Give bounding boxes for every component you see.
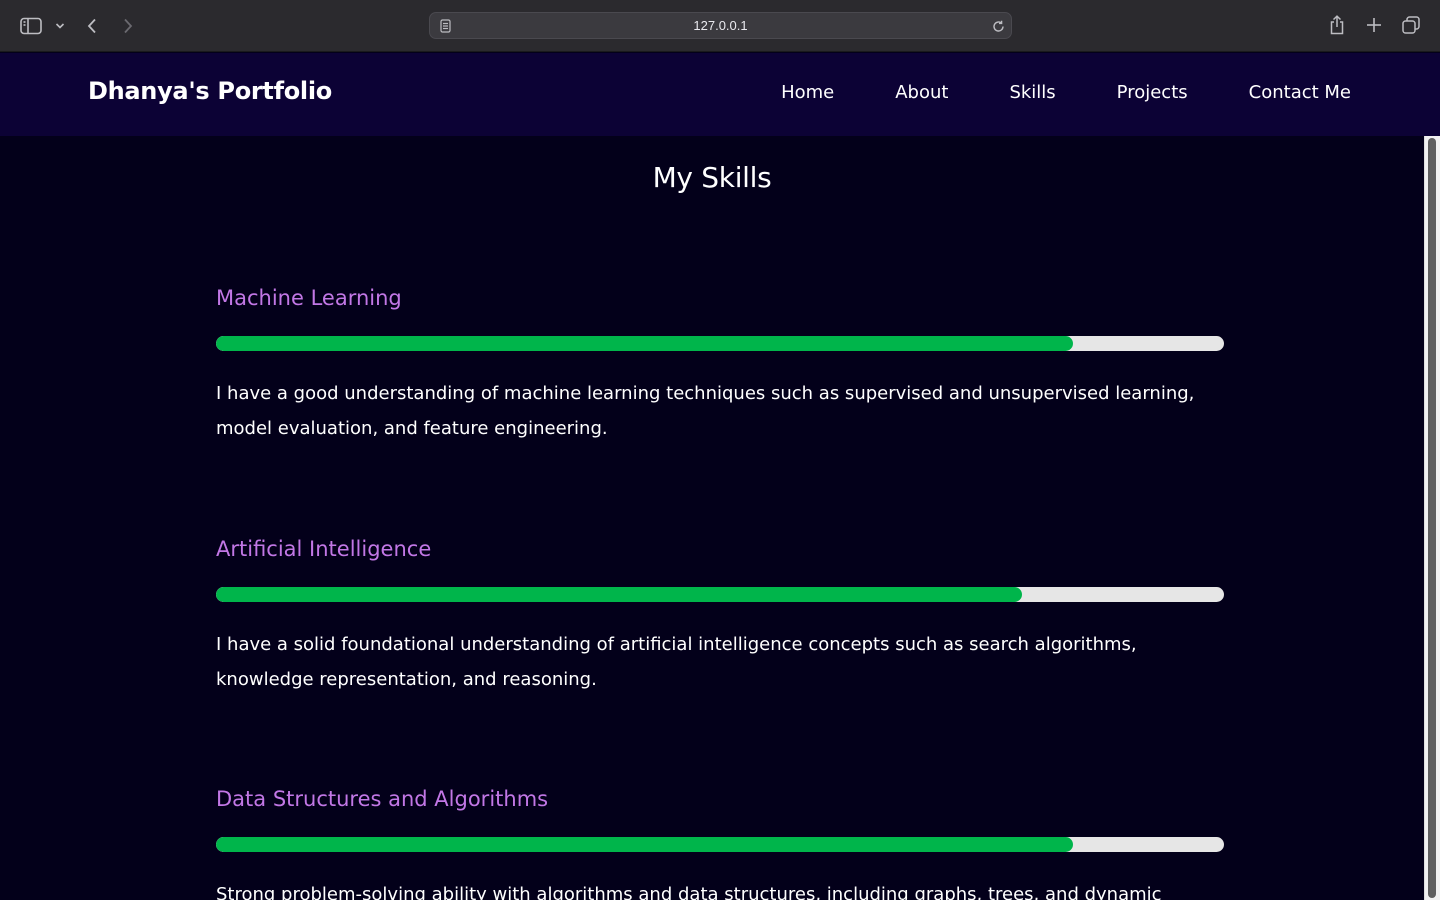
address-url[interactable]: 127.0.0.1 — [430, 13, 1011, 38]
skill-name: Machine Learning — [216, 286, 402, 310]
page-scrollbar[interactable] — [1424, 136, 1440, 900]
back-arrow-icon[interactable] — [82, 14, 102, 38]
skill-progress-bar — [216, 336, 1224, 351]
scrollbar-thumb[interactable] — [1428, 138, 1436, 898]
skill-description: I have a good understanding of machine l… — [216, 383, 1195, 439]
skill-card-artificial-intelligence: Artificial Intelligence I have a solid f… — [216, 537, 1224, 690]
skill-progress-fill — [216, 336, 1073, 351]
nav-link-contact[interactable]: Contact Me — [1249, 82, 1351, 103]
browser-toolbar: 127.0.0.1 — [0, 0, 1440, 52]
chevron-down-icon[interactable] — [52, 17, 68, 35]
skill-description: Strong problem-solving ability with algo… — [216, 884, 1162, 900]
nav-link-skills[interactable]: Skills — [1009, 82, 1055, 103]
page-title: My Skills — [652, 161, 772, 194]
skill-progress-fill — [216, 587, 1023, 602]
share-icon[interactable] — [1326, 13, 1348, 37]
skill-card-machine-learning: Machine Learning I have a good understan… — [216, 286, 1224, 439]
plus-icon[interactable] — [1363, 14, 1385, 36]
skill-name: Data Structures and Algorithms — [216, 787, 549, 811]
skill-progress-bar — [216, 837, 1224, 852]
skill-card-data-structures: Data Structures and Algorithms Strong pr… — [216, 787, 1224, 900]
sidebar-icon[interactable] — [18, 14, 44, 38]
forward-arrow-icon[interactable] — [118, 14, 138, 38]
nav-links: Home About Skills Projects Contact Me — [781, 82, 1351, 103]
skill-progress-fill — [216, 837, 1073, 852]
skill-progress-bar — [216, 587, 1224, 602]
site-navbar: Dhanya's Portfolio Home About Skills Pro… — [0, 53, 1440, 136]
nav-link-projects[interactable]: Projects — [1117, 82, 1188, 103]
tabs-overview-icon[interactable] — [1400, 14, 1422, 36]
nav-link-about[interactable]: About — [895, 82, 948, 103]
site-brand[interactable]: Dhanya's Portfolio — [88, 77, 332, 105]
skill-name: Artificial Intelligence — [216, 537, 432, 561]
skills-section: My Skills Machine Learning I have a good… — [0, 136, 1424, 900]
reload-icon[interactable] — [990, 18, 1006, 34]
nav-link-home[interactable]: Home — [781, 82, 834, 103]
address-bar[interactable]: 127.0.0.1 — [429, 12, 1012, 39]
skill-description: I have a solid foundational understandin… — [216, 634, 1137, 690]
